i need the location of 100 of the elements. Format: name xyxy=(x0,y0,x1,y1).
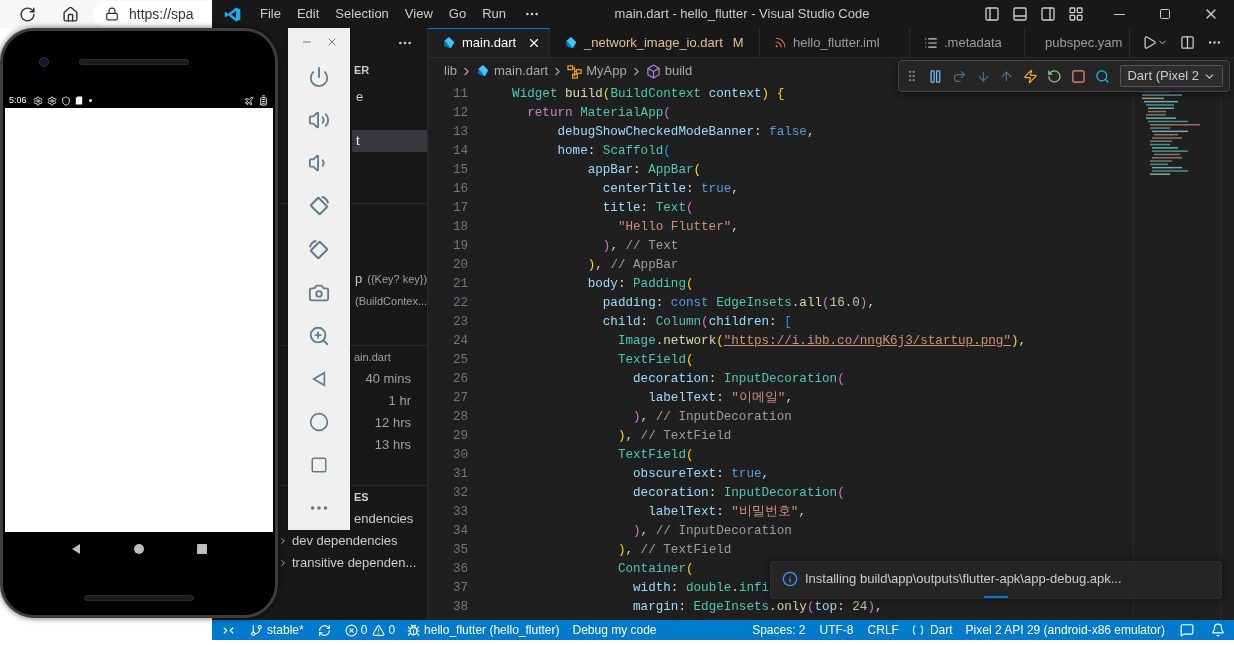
code-line: ), // AppBar xyxy=(586,257,679,274)
code-line: Image.network("https://i.ibb.co/nngK6j3/startup.png"), xyxy=(616,333,1027,350)
pause-icon[interactable] xyxy=(927,68,943,84)
tree-item[interactable]: endencies xyxy=(354,509,414,529)
line-number: 16 xyxy=(452,181,468,198)
step-over-icon[interactable] xyxy=(951,68,967,84)
branch-icon xyxy=(250,623,263,637)
outline-detail: (BuildContex... xyxy=(355,293,428,309)
line-number: 29 xyxy=(452,428,468,445)
progress-indicator xyxy=(984,596,1008,598)
overview-icon[interactable] xyxy=(310,456,328,475)
feedback-icon[interactable] xyxy=(1180,623,1194,637)
close-icon[interactable] xyxy=(527,36,541,50)
address-bar[interactable]: https://spa xyxy=(93,1,212,27)
outline-item[interactable]: p xyxy=(355,269,363,289)
section-header[interactable]: ES xyxy=(354,488,369,506)
timeline-time[interactable]: 12 hrs xyxy=(374,413,411,433)
error-icon xyxy=(344,623,358,637)
code-line: decoration: InputDecoration( xyxy=(632,371,845,388)
device-dropdown[interactable]: Dart (Pixel 2 xyxy=(1120,65,1223,87)
line-number: 13 xyxy=(452,124,468,141)
status-item[interactable]: UTF-8 xyxy=(812,621,861,639)
split-editor-icon[interactable] xyxy=(1180,35,1195,50)
shield-icon xyxy=(60,95,71,106)
inspector-icon[interactable] xyxy=(1094,68,1110,84)
language-mode[interactable]: Dart xyxy=(905,621,959,639)
zoom-icon[interactable] xyxy=(308,324,330,347)
chevron-icon[interactable] xyxy=(278,558,288,568)
battery-icon xyxy=(258,95,269,106)
rotate-left-icon[interactable] xyxy=(308,195,330,218)
section-header[interactable]: ER xyxy=(354,61,370,79)
problems-indicator[interactable]: 0 0 xyxy=(338,621,402,639)
remote-icon[interactable] xyxy=(222,624,234,636)
cube-icon xyxy=(645,63,661,79)
breadcrumb-item[interactable]: main.dart xyxy=(476,61,549,81)
menu-item[interactable]: Edit xyxy=(288,0,328,28)
code-line: TextField( xyxy=(616,352,694,369)
breadcrumb-item[interactable]: lib xyxy=(444,61,457,81)
editor-tab[interactable]: .metadata xyxy=(910,28,1025,57)
status-item[interactable]: Spaces: 2 xyxy=(745,621,813,639)
gear-icon xyxy=(32,95,43,106)
menu-item[interactable]: Go xyxy=(440,0,475,28)
hot-reload-icon[interactable] xyxy=(1023,68,1038,84)
line-number: 19 xyxy=(452,238,468,255)
code-line: body: Padding( xyxy=(586,276,694,293)
menu-item[interactable]: Run xyxy=(474,0,514,28)
file-tree-item[interactable]: t xyxy=(352,130,427,152)
code-line: labelText: "이메일", xyxy=(647,390,793,407)
minimize-icon xyxy=(1113,13,1125,15)
rotate-right-icon[interactable] xyxy=(308,238,330,261)
restart-icon[interactable] xyxy=(1047,68,1062,84)
panel-left-icon[interactable] xyxy=(984,6,1000,22)
dart-icon xyxy=(564,35,578,50)
panel-right-icon[interactable] xyxy=(1040,6,1056,22)
status-item[interactable]: CRLF xyxy=(860,621,906,639)
reload-icon[interactable] xyxy=(19,5,36,23)
breadcrumb-item[interactable]: build xyxy=(645,61,693,81)
chevron-icon[interactable] xyxy=(278,536,288,546)
menu-item[interactable]: Selection xyxy=(327,0,397,28)
code-line: debugShowCheckedModeBanner: false, xyxy=(556,124,815,141)
code-line: Widget build(BuildContext context) { xyxy=(511,86,785,103)
layout-icon[interactable] xyxy=(1068,6,1084,22)
menu-item[interactable]: View xyxy=(396,0,441,28)
home-button[interactable] xyxy=(134,544,144,554)
code-line: "Hello Flutter", xyxy=(616,219,739,236)
tree-item[interactable]: transitive dependen... xyxy=(292,553,417,573)
line-number: 24 xyxy=(452,333,468,350)
panel-bottom-icon[interactable] xyxy=(1012,6,1028,22)
stop-icon[interactable] xyxy=(1070,68,1086,84)
power-icon[interactable] xyxy=(308,66,330,88)
menu-item[interactable]: File xyxy=(252,0,289,28)
editor-tab[interactable]: _network_image_io.dart M xyxy=(550,28,760,57)
breadcrumb-item[interactable]: MyApp xyxy=(567,61,627,81)
branch-indicator[interactable]: stable* xyxy=(244,621,310,639)
app-logo-icon xyxy=(223,5,241,23)
editor-tab[interactable]: main.dart xyxy=(428,28,550,57)
code-line: ), // InputDecoration xyxy=(632,409,792,426)
line-number: 37 xyxy=(452,580,468,597)
sync-icon[interactable] xyxy=(317,623,331,637)
line-number: 14 xyxy=(452,143,468,160)
line-number: 22 xyxy=(452,295,468,312)
status-item[interactable]: Pixel 2 API 29 (android-x86 emulator) xyxy=(958,621,1172,639)
file-tree-item[interactable]: e xyxy=(352,86,427,108)
run-debug-icon[interactable] xyxy=(1142,35,1168,50)
status-item[interactable]: Debug my code xyxy=(565,621,664,639)
home-icon[interactable] xyxy=(62,5,79,23)
code-line: home: Scaffold( xyxy=(556,143,671,160)
recents-button[interactable] xyxy=(196,544,207,554)
code-line: decoration: InputDecoration( xyxy=(632,485,845,502)
back-icon[interactable] xyxy=(71,544,82,554)
code-line: appBar: AppBar( xyxy=(586,162,702,179)
timeline-time[interactable]: 40 mins xyxy=(365,369,411,389)
timeline-time[interactable]: 13 hrs xyxy=(374,435,411,455)
launch-config[interactable]: hello_flutter (hello_flutter) xyxy=(401,621,566,639)
timeline-time[interactable]: 1 hr xyxy=(388,391,411,411)
bell-icon[interactable] xyxy=(1211,623,1225,637)
line-number: 11 xyxy=(452,86,468,103)
code-line: padding: const EdgeInsets.all(16.0), xyxy=(601,295,875,312)
tree-item[interactable]: dev dependencies xyxy=(292,531,398,551)
editor-tab[interactable]: hello_flutter.iml xyxy=(760,28,910,57)
